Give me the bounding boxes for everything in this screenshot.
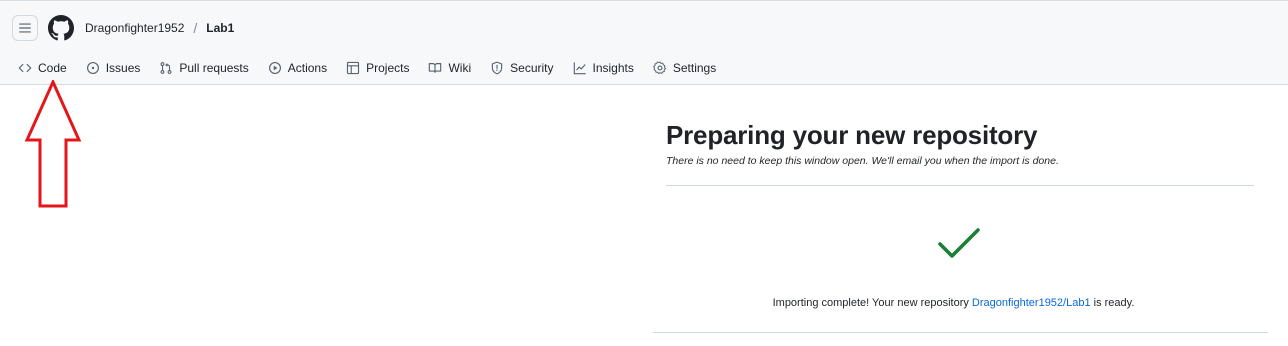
book-icon: [429, 63, 442, 73]
import-complete-message: Importing complete! Your new repository …: [653, 297, 1254, 309]
check-icon: [938, 228, 980, 258]
repository-link[interactable]: Dragonfighter1952/Lab1: [972, 297, 1091, 309]
import-status-panel: Preparing your new repository There is n…: [653, 120, 1254, 167]
breadcrumb-separator: /: [193, 20, 198, 36]
divider: [653, 332, 1268, 333]
tab-actions-label: Actions: [287, 61, 328, 75]
divider: [666, 185, 1254, 186]
tab-insights-label: Insights: [592, 61, 634, 75]
repo-nav: Code Issues Pull requests Actions Projec…: [18, 58, 735, 78]
page-title: Preparing your new repository: [666, 120, 1038, 150]
tab-wiki-label: Wiki: [448, 61, 472, 75]
tab-code[interactable]: Code: [18, 61, 67, 75]
table-icon: [347, 61, 360, 75]
gear-icon: [652, 61, 666, 75]
tab-settings-label: Settings: [672, 61, 717, 75]
tab-code-label: Code: [38, 61, 67, 75]
repo-header: Dragonfighter1952 / Lab1 Code Issues Pul…: [0, 0, 1288, 85]
code-icon: [18, 63, 32, 73]
tab-security-label: Security: [510, 61, 554, 75]
tab-projects-label: Projects: [366, 61, 410, 75]
breadcrumb: Dragonfighter1952 / Lab1: [85, 20, 234, 36]
issue-icon: [86, 62, 99, 74]
play-icon: [268, 62, 281, 74]
breadcrumb-repo-link[interactable]: Lab1: [206, 21, 234, 35]
tab-wiki[interactable]: Wiki: [428, 61, 471, 75]
breadcrumb-owner-link[interactable]: Dragonfighter1952: [85, 21, 184, 35]
tab-projects[interactable]: Projects: [346, 61, 409, 75]
hamburger-icon: [19, 23, 31, 33]
pull-request-icon: [160, 62, 172, 74]
hamburger-menu-button[interactable]: [12, 15, 38, 41]
graph-icon: [573, 62, 586, 75]
tab-insights[interactable]: Insights: [573, 61, 634, 75]
annotation-up-arrow-icon: [24, 80, 82, 208]
tab-issues[interactable]: Issues: [86, 61, 141, 75]
status-prefix: Importing complete! Your new repository: [772, 297, 972, 309]
tab-settings[interactable]: Settings: [652, 61, 717, 75]
page-subtitle: There is no need to keep this window ope…: [666, 155, 1059, 167]
shield-icon: [491, 61, 503, 75]
tab-pull-requests[interactable]: Pull requests: [159, 61, 249, 75]
status-suffix: is ready.: [1090, 297, 1135, 309]
github-logo-icon[interactable]: [48, 15, 74, 41]
tab-issues-label: Issues: [105, 61, 141, 75]
tab-pull-requests-label: Pull requests: [179, 61, 249, 75]
tab-security[interactable]: Security: [490, 61, 554, 75]
tab-actions[interactable]: Actions: [268, 61, 327, 75]
